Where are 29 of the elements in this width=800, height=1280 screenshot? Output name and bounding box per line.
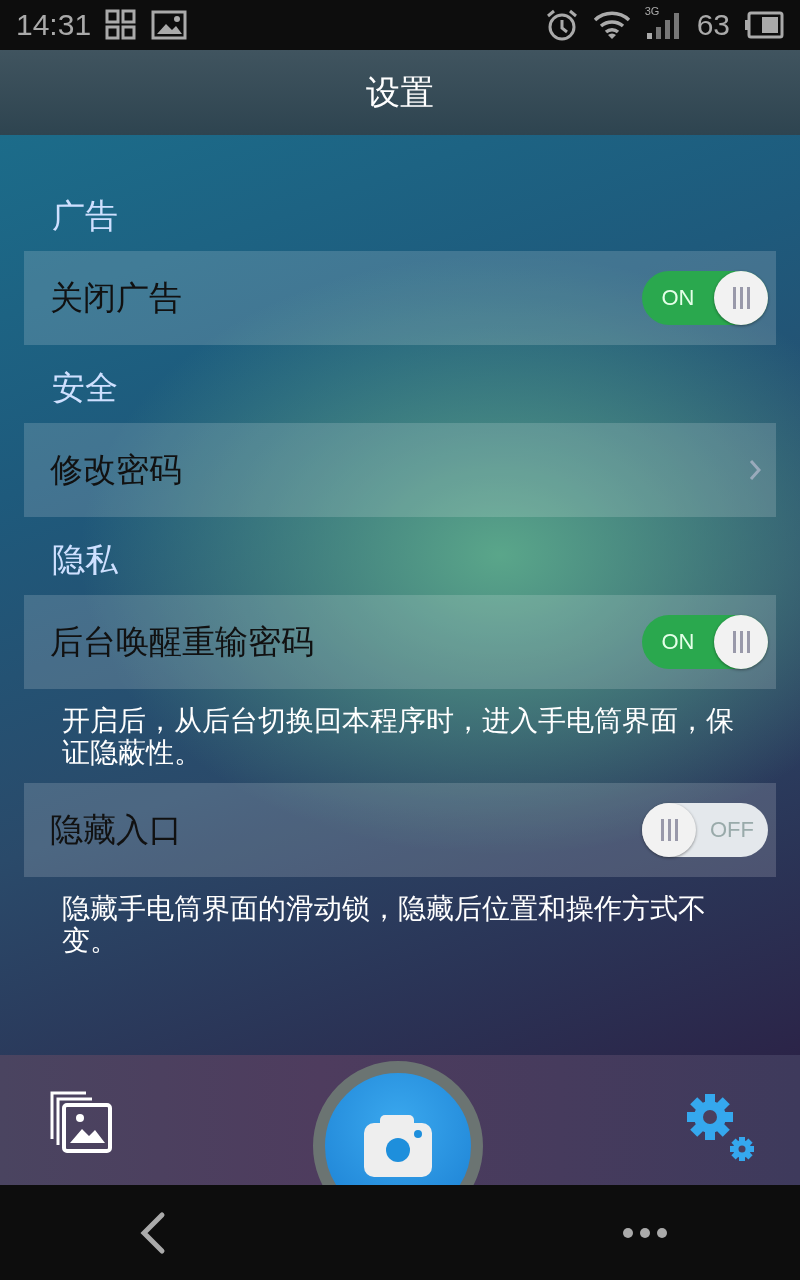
row-label: 修改密码	[50, 448, 183, 491]
network-type: 3G	[644, 5, 660, 17]
row-label: 隐藏入口	[50, 808, 183, 851]
clock-time: 14:31	[16, 8, 92, 42]
row-description: 开启后，从后台切换回本程序时，进入手电筒界面，保证隐蔽性。	[61, 703, 735, 771]
chevron-icon	[748, 458, 762, 482]
camera-icon	[364, 1115, 432, 1177]
row-label: 后台唤醒重输密码	[50, 620, 315, 663]
image-icon	[151, 10, 188, 40]
settings-row[interactable]: 隐藏入口 OFF	[24, 783, 776, 877]
row-label: 关闭广告	[50, 276, 183, 319]
screen-title: 设置	[366, 70, 434, 114]
toggle-switch[interactable]: ON	[642, 271, 768, 325]
gallery-icon[interactable]	[50, 1091, 114, 1155]
settings-row[interactable]: 后台唤醒重输密码 ON	[24, 595, 776, 689]
toggle-switch[interactable]: OFF	[642, 803, 768, 857]
toggle-switch[interactable]: ON	[642, 615, 768, 669]
section-header: 安全	[51, 366, 119, 409]
row-description: 隐藏手电筒界面的滑动锁，隐藏后位置和操作方式不变。	[61, 891, 707, 959]
section-header: 广告	[51, 194, 119, 237]
battery-icon	[744, 11, 784, 39]
battery-percent: 63	[696, 8, 730, 42]
settings-row[interactable]: 修改密码	[24, 423, 776, 517]
grid-icon	[105, 9, 138, 41]
wifi-icon	[592, 10, 631, 40]
section-header: 隐私	[51, 538, 119, 581]
settings-row[interactable]: 关闭广告 ON	[24, 251, 776, 345]
more-icon[interactable]	[622, 1226, 668, 1239]
alarm-icon	[544, 8, 579, 42]
